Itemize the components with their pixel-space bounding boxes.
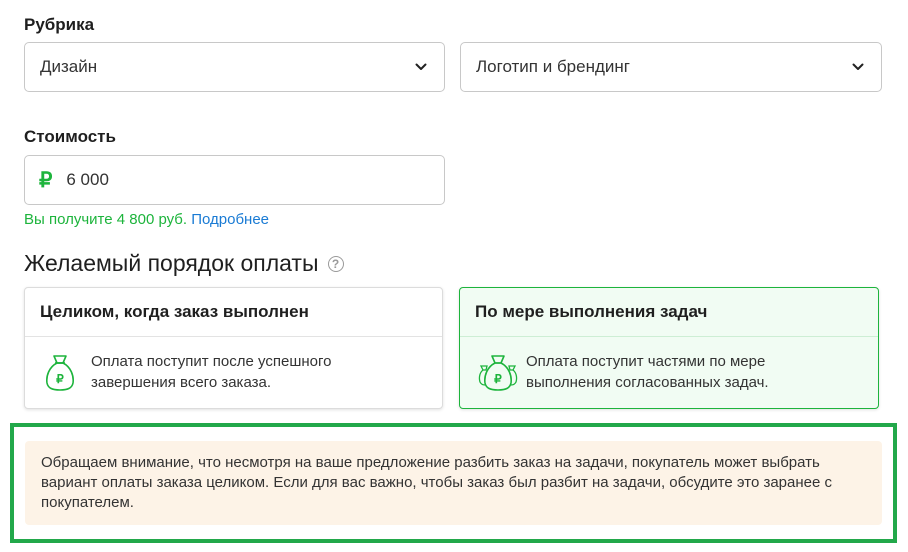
payment-option-by-tasks[interactable]: По мере выполнения задач ₽ Оплата поступ… [459,287,879,409]
details-link[interactable]: Подробнее [191,211,269,228]
payment-order-title-text: Желаемый порядок оплаты [24,250,319,276]
payment-option-full[interactable]: Целиком, когда заказ выполнен ₽ Оплата п… [24,287,443,409]
payment-order-title: Желаемый порядок оплаты ? [24,250,344,277]
payment-notice: Обращаем внимание, что несмотря на ваше … [25,441,882,525]
rubric-label: Рубрика [24,15,95,34]
subcategory-select-value: Логотип и брендинг [476,57,630,76]
subcategory-select[interactable]: Логотип и брендинг [460,42,882,92]
category-select-value: Дизайн [40,57,98,76]
payment-option-description: Оплата поступит частями по мере выполнен… [526,353,769,391]
svg-text:₽: ₽ [494,372,502,386]
chevron-down-icon [850,59,866,75]
payment-option-description: Оплата поступит после успешного завершен… [91,353,332,391]
help-icon[interactable]: ? [327,255,344,272]
earnings-hint: Вы получите 4 800 руб. Подробнее [24,211,269,228]
price-input-value: 6 000 [66,170,109,189]
payment-option-title: Целиком, когда заказ выполнен [25,288,442,337]
notice-highlight: Обращаем внимание, что несмотря на ваше … [10,423,897,543]
ruble-icon: ₽ [39,168,53,192]
svg-text:₽: ₽ [56,372,64,386]
payment-option-title: По мере выполнения задач [460,288,878,337]
price-label: Стоимость [24,127,116,146]
category-select[interactable]: Дизайн [24,42,445,92]
price-input[interactable]: ₽ 6 000 [24,155,445,205]
money-bags-icon: ₽ [478,352,518,392]
earnings-hint-text: Вы получите 4 800 руб. [24,211,188,228]
money-bag-icon: ₽ [43,352,77,392]
chevron-down-icon [413,59,429,75]
